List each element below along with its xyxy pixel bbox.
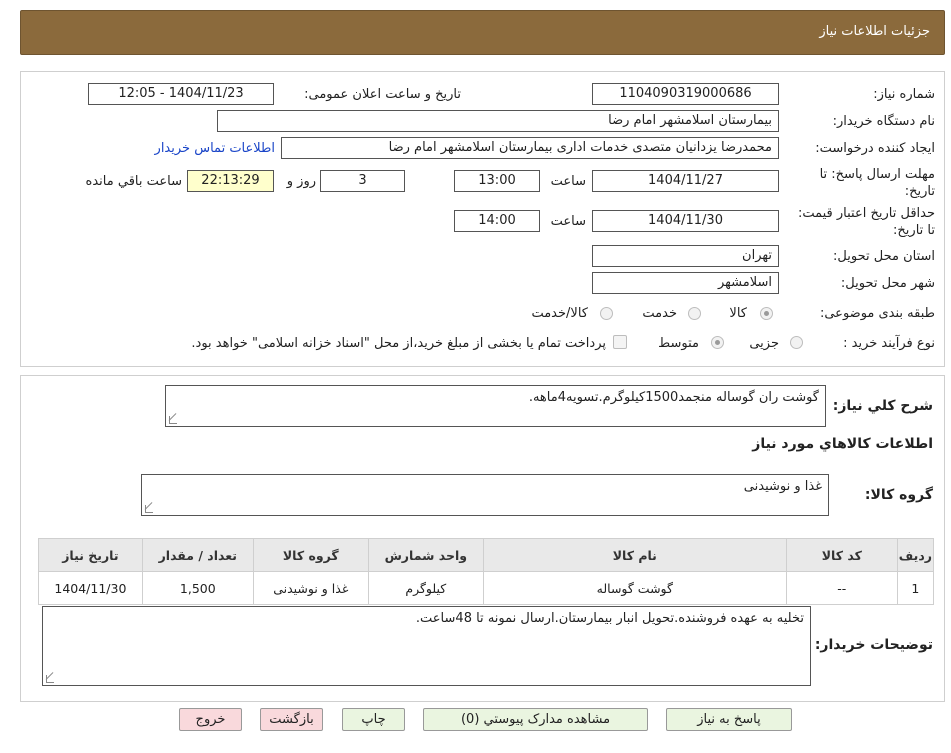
- resize-grip-icon[interactable]: [46, 675, 54, 683]
- radio-category-service[interactable]: [688, 307, 701, 320]
- buyer-notes-label: توضیحات خریدار:: [814, 637, 933, 653]
- goods-group-textarea: غذا و نوشیدنی: [141, 474, 829, 516]
- col-item-name: نام کالا: [482, 538, 787, 572]
- days-field: 3: [320, 170, 405, 192]
- days-label: روز و: [286, 174, 316, 189]
- goods-group-label: گروه کالا:: [864, 487, 933, 503]
- category-goods-service-label: کالا/خدمت: [531, 306, 588, 321]
- need-number-field: 1104090319000686: [592, 83, 779, 105]
- buyer-field: بیمارستان اسلامشهر امام رضا: [217, 110, 779, 132]
- deadline-time-label: ساعت: [550, 174, 586, 189]
- description-textarea: گوشت ران گوساله منجمد1500کیلوگرم.تسویه4م…: [165, 385, 826, 427]
- category-goods-label: کالا: [729, 306, 747, 321]
- resize-grip-icon[interactable]: [145, 505, 153, 513]
- cell-row-number: 1: [896, 571, 935, 605]
- validity-date-field: 1404/11/30: [592, 210, 779, 232]
- process-minor-label: جزیی: [749, 336, 779, 351]
- deadline-date-field: 1404/11/27: [592, 170, 779, 192]
- buyer-label: نام دستگاه خریدار:: [832, 114, 935, 129]
- category-label: طبقه بندی موضوعی:: [819, 306, 935, 321]
- province-label: استان محل تحویل:: [833, 249, 935, 264]
- description-text: گوشت ران گوساله منجمد1500کیلوگرم.تسویه4م…: [528, 390, 819, 405]
- col-item-code: کد کالا: [785, 538, 898, 572]
- table-header-row: رديف کد کالا نام کالا واحد شمارش گروه کا…: [38, 538, 935, 572]
- category-service-label: خدمت: [642, 306, 677, 321]
- view-documents-button[interactable]: مشاهده مدارک پیوستي (0): [423, 708, 648, 731]
- validity-time-label: ساعت: [550, 214, 586, 229]
- buyer-contact-link[interactable]: اطلاعات تماس خریدار: [155, 141, 275, 156]
- deadline-label: مهلت ارسال پاسخ: تا تاریخ:: [819, 167, 935, 199]
- process-label: نوع فرآیند خرید :: [843, 336, 935, 351]
- col-quantity: تعداد / مقدار: [141, 538, 254, 572]
- col-need-date: تاریخ نیاز: [38, 538, 143, 572]
- remaining-timer: 22:13:29: [187, 170, 274, 192]
- col-unit: واحد شمارش: [367, 538, 484, 572]
- radio-process-medium[interactable]: [711, 336, 724, 349]
- treasury-checkbox[interactable]: [613, 335, 627, 349]
- goods-table: رديف کد کالا نام کالا واحد شمارش گروه کا…: [38, 538, 935, 605]
- buyer-notes-textarea: تخلیه به عهده فروشنده.تحویل انبار بیمارس…: [42, 606, 811, 686]
- col-row-number: رديف: [896, 538, 935, 572]
- page-title: جزئیات اطلاعات نیاز: [819, 24, 930, 39]
- cell-need-date: 1404/11/30: [38, 571, 143, 605]
- exit-button[interactable]: خروج: [179, 708, 242, 731]
- reply-button[interactable]: پاسخ به نیاز: [666, 708, 792, 731]
- need-number-label: شماره نیاز:: [873, 87, 935, 102]
- treasury-note: پرداخت تمام یا بخشی از مبلغ خرید،از محل …: [191, 336, 606, 351]
- cell-item-name: گوشت گوساله: [482, 571, 787, 605]
- city-field: اسلامشهر: [592, 272, 779, 294]
- table-row: 1 -- گوشت گوساله کیلوگرم غذا و نوشیدنی 1…: [38, 571, 935, 605]
- province-field: تهران: [592, 245, 779, 267]
- print-button[interactable]: چاپ: [342, 708, 405, 731]
- cell-unit: کیلوگرم: [367, 571, 484, 605]
- radio-category-goods[interactable]: [760, 307, 773, 320]
- city-label: شهر محل تحویل:: [840, 276, 935, 291]
- goods-group-text: غذا و نوشیدنی: [743, 479, 822, 494]
- radio-category-goods-service[interactable]: [600, 307, 613, 320]
- col-item-group: گروه کالا: [252, 538, 369, 572]
- validity-time-field: 14:00: [454, 210, 540, 232]
- process-medium-label: متوسط: [658, 336, 699, 351]
- deadline-time-field: 13:00: [454, 170, 540, 192]
- creator-label: ایجاد کننده درخواست:: [815, 141, 935, 156]
- creator-field: محمدرضا یزدانیان متصدی خدمات اداری بیمار…: [281, 137, 779, 159]
- description-label: شرح کلي نياز:: [832, 398, 933, 414]
- goods-section-title: اطلاعات کالاهاي مورد نياز: [752, 436, 933, 452]
- announce-field: 1404/11/23 - 12:05: [88, 83, 274, 105]
- resize-grip-icon[interactable]: [169, 416, 177, 424]
- page-header: جزئیات اطلاعات نیاز: [20, 10, 945, 55]
- cell-item-group: غذا و نوشیدنی: [252, 571, 369, 605]
- announce-label: تاریخ و ساعت اعلان عمومی:: [304, 87, 461, 102]
- back-button[interactable]: بازگشت: [260, 708, 323, 731]
- cell-quantity: 1,500: [141, 571, 254, 605]
- cell-item-code: --: [785, 571, 898, 605]
- validity-label: حداقل تاریخ اعتبار قیمت: تا تاریخ:: [797, 206, 935, 238]
- remaining-label: ساعت باقي مانده: [85, 174, 182, 189]
- buyer-notes-text: تخلیه به عهده فروشنده.تحویل انبار بیمارس…: [415, 611, 804, 626]
- radio-process-minor[interactable]: [790, 336, 803, 349]
